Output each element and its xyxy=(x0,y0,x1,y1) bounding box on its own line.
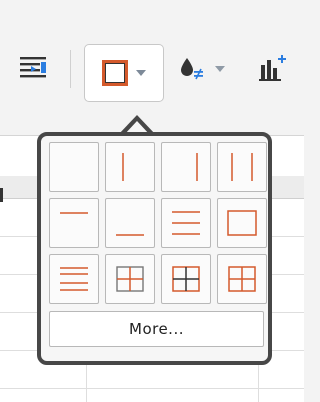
chevron-down-icon[interactable] xyxy=(215,66,225,72)
borders-button[interactable] xyxy=(84,44,164,102)
wrap-text-icon xyxy=(20,57,46,78)
conditional-fill-icon xyxy=(181,58,203,80)
border-all-mixed-icon xyxy=(172,266,200,292)
border-top-bottom-icon xyxy=(172,211,200,235)
insert-chart-button[interactable] xyxy=(255,50,291,86)
border-top-option[interactable] xyxy=(49,198,99,248)
more-borders-button[interactable]: More... xyxy=(49,311,264,347)
border-horizontal-inner-option[interactable] xyxy=(49,254,99,304)
border-all-option[interactable] xyxy=(217,254,267,304)
border-all-inner-option[interactable] xyxy=(105,254,155,304)
border-bottom-icon xyxy=(116,234,144,236)
border-top-bottom-option[interactable] xyxy=(161,198,211,248)
border-horizontal-inner-icon xyxy=(60,267,88,291)
insert-chart-icon xyxy=(259,55,286,81)
border-all-mixed-option[interactable] xyxy=(161,254,211,304)
border-all-inner-icon xyxy=(116,266,144,292)
border-all-grid-icon xyxy=(228,266,256,292)
borders-dropdown: More... xyxy=(37,132,272,365)
conditional-fill-button[interactable] xyxy=(170,52,232,86)
border-bottom-option[interactable] xyxy=(105,198,155,248)
border-left-icon xyxy=(122,153,124,181)
border-none-icon xyxy=(56,149,92,185)
border-right-option[interactable] xyxy=(161,142,211,192)
border-left-right-option[interactable] xyxy=(217,142,267,192)
border-outer-option[interactable] xyxy=(217,198,267,248)
border-options-grid xyxy=(49,142,267,312)
toolbar-separator xyxy=(70,50,71,88)
border-all-icon xyxy=(102,60,128,86)
border-right-icon xyxy=(196,153,198,181)
border-left-right-icon xyxy=(231,153,253,181)
border-left-option[interactable] xyxy=(105,142,155,192)
border-outer-icon xyxy=(227,210,257,236)
border-top-icon xyxy=(60,212,88,214)
chevron-down-icon[interactable] xyxy=(136,70,146,76)
wrap-text-button[interactable] xyxy=(17,52,51,86)
border-none-option[interactable] xyxy=(49,142,99,192)
row-marker xyxy=(0,188,3,202)
